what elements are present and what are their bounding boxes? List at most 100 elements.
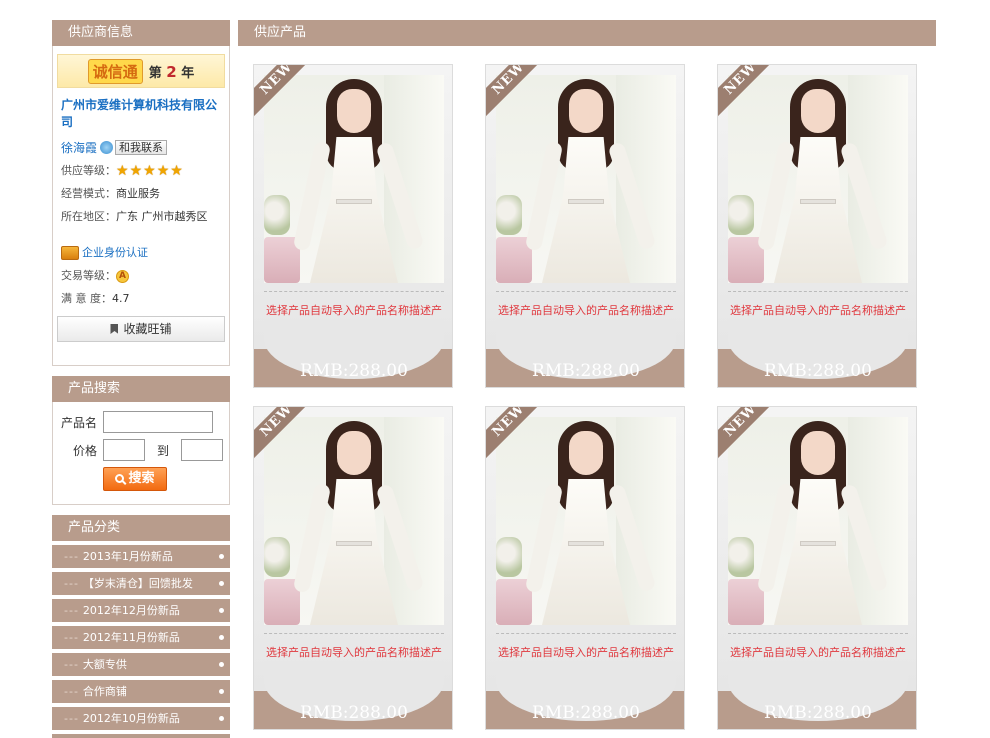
- category-item[interactable]: --- 2013年1月份新品: [52, 545, 230, 568]
- product-photo[interactable]: [496, 417, 676, 625]
- category-dash: ---: [64, 604, 79, 617]
- card-divider: [264, 291, 444, 292]
- product-photo[interactable]: [728, 75, 908, 283]
- product-photo[interactable]: [264, 417, 444, 625]
- category-label: 【岁末清仓】回馈批发: [82, 577, 193, 590]
- category-item[interactable]: --- 合作商铺: [52, 680, 230, 703]
- verify-row: 企业身份认证: [61, 246, 221, 260]
- category-dash: ---: [64, 550, 79, 563]
- category-label: 2012年10月份新品: [82, 712, 180, 725]
- business-mode-row: 经营模式： 商业服务: [61, 187, 221, 201]
- search-panel: 产品搜索 产品名 价格 到 搜索: [52, 376, 230, 505]
- price-max-input[interactable]: [181, 439, 224, 461]
- price-label: 价格: [72, 443, 97, 458]
- search-panel-title: 产品搜索: [52, 376, 230, 402]
- product-card[interactable]: NEW选择产品自动导入的产品名称描述产品名称描述RMB:288.00: [717, 406, 917, 730]
- category-item[interactable]: ---2012年9月新品: [52, 734, 230, 738]
- supply-level-row: 供应等级： ★ ★ ★ ★ ★: [61, 164, 221, 178]
- star-icon: ★: [116, 163, 129, 179]
- region-row: 所在地区： 广东 广州市越秀区: [61, 210, 221, 224]
- bullet-dot-icon: [219, 662, 224, 667]
- category-item[interactable]: --- 大额专供: [52, 653, 230, 676]
- category-label: 2012年12月份新品: [82, 604, 180, 617]
- enterprise-verify-link[interactable]: 企业身份认证: [82, 246, 148, 260]
- category-label: 大额专供: [82, 658, 127, 671]
- contact-name-link[interactable]: 徐海霞: [61, 141, 97, 155]
- star-icon: ★: [170, 163, 183, 179]
- bullet-dot-icon: [219, 635, 224, 640]
- category-dash: ---: [64, 712, 79, 725]
- card-divider: [728, 633, 908, 634]
- product-name-input[interactable]: [103, 411, 213, 433]
- product-price: RMB:288.00: [300, 361, 408, 381]
- category-label: 2013年1月份新品: [82, 550, 173, 563]
- satisfaction-row: 满 意 度： 4.7: [61, 292, 221, 306]
- satisfaction-value: 4.7: [112, 292, 130, 305]
- chengxintong-logo: 诚信通: [87, 58, 143, 84]
- category-label: 合作商铺: [82, 685, 127, 698]
- product-photo[interactable]: [496, 75, 676, 283]
- star-icon: ★: [129, 163, 143, 179]
- product-card[interactable]: NEW选择产品自动导入的产品名称描述产品名称描述RMB:288.00: [253, 406, 453, 730]
- category-item[interactable]: --- 【岁末清仓】回馈批发: [52, 572, 230, 595]
- region-value: 广东 广州市越秀区: [116, 210, 208, 223]
- product-name-label: 产品名: [60, 415, 97, 430]
- product-photo[interactable]: [264, 75, 444, 283]
- category-panel-title: 产品分类: [52, 515, 230, 541]
- card-divider: [496, 633, 676, 634]
- products-title: 供应产品: [238, 20, 936, 46]
- company-name-link[interactable]: 广州市爱维计算机科技有限公司: [61, 96, 223, 130]
- product-name-row: 产品名: [53, 411, 229, 433]
- product-price: RMB:288.00: [300, 703, 408, 723]
- chengxintong-badge: 诚信通 第 2 年: [57, 54, 225, 88]
- product-price: RMB:288.00: [532, 703, 640, 723]
- product-price: RMB:288.00: [532, 361, 640, 381]
- qq-icon[interactable]: [100, 141, 114, 154]
- supplier-panel-body: 诚信通 第 2 年 广州市爱维计算机科技有限公司 徐海霞 和我联系 供应等级： …: [52, 46, 230, 366]
- category-dash: ---: [64, 631, 79, 644]
- business-mode-value: 商业服务: [116, 187, 160, 200]
- business-mode-label: 经营模式：: [61, 187, 116, 200]
- trade-level-label: 交易等级：: [61, 269, 116, 282]
- category-label: 2012年11月份新品: [82, 631, 180, 644]
- region-label: 所在地区：: [61, 210, 116, 223]
- category-item[interactable]: --- 2012年12月份新品: [52, 599, 230, 622]
- category-item[interactable]: --- 2012年10月份新品: [52, 707, 230, 730]
- sidebar: 供应商信息 诚信通 第 2 年 广州市爱维计算机科技有限公司 徐海霞 和我联系 …: [52, 20, 230, 738]
- contact-me-button[interactable]: 和我联系: [115, 140, 168, 155]
- product-price: RMB:288.00: [764, 703, 872, 723]
- category-item[interactable]: --- 2012年11月份新品: [52, 626, 230, 649]
- supplier-panel: 供应商信息 诚信通 第 2 年 广州市爱维计算机科技有限公司 徐海霞 和我联系 …: [52, 20, 230, 366]
- bookmark-icon: [110, 324, 119, 334]
- price-min-input[interactable]: [103, 439, 145, 461]
- category-panel: 产品分类 --- 2013年1月份新品 --- 【岁末清仓】回馈批发 --- 2012年1…: [52, 515, 230, 738]
- main-content: 供应产品: [238, 20, 936, 46]
- star-icon: ★: [143, 163, 156, 179]
- card-divider: [496, 291, 676, 292]
- product-price: RMB:288.00: [764, 361, 872, 381]
- category-list: --- 2013年1月份新品 --- 【岁末清仓】回馈批发 --- 2012年12月份新品…: [52, 541, 230, 738]
- membership-year: 第 2 年: [148, 62, 195, 81]
- price-row: 价格 到: [53, 439, 229, 461]
- product-photo[interactable]: [728, 417, 908, 625]
- favorite-shop-button[interactable]: 收藏旺铺: [57, 316, 225, 342]
- category-dash: ---: [64, 685, 79, 698]
- product-card[interactable]: NEW选择产品自动导入的产品名称描述产品名称描述RMB:288.00: [485, 64, 685, 388]
- price-to-label: 到: [157, 443, 170, 458]
- product-card[interactable]: NEW选择产品自动导入的产品名称描述产品名称描述RMB:288.00: [717, 64, 917, 388]
- search-panel-body: 产品名 价格 到 搜索: [52, 402, 230, 505]
- search-icon: [115, 474, 125, 483]
- category-dash: ---: [64, 577, 79, 590]
- star-icon: ★: [156, 163, 170, 179]
- card-divider: [264, 633, 444, 634]
- card-divider: [728, 291, 908, 292]
- supply-level-stars: ★ ★ ★ ★ ★: [116, 164, 183, 178]
- search-button[interactable]: 搜索: [103, 467, 167, 491]
- product-card[interactable]: NEW选择产品自动导入的产品名称描述产品名称描述RMB:288.00: [485, 406, 685, 730]
- supplier-panel-title: 供应商信息: [52, 20, 230, 46]
- category-dash: ---: [64, 658, 79, 671]
- bullet-dot-icon: [219, 554, 224, 559]
- supply-level-label: 供应等级：: [61, 164, 116, 177]
- trade-level-row: 交易等级： A: [61, 269, 221, 283]
- product-card[interactable]: NEW选择产品自动导入的产品名称描述产品名称描述RMB:288.00: [253, 64, 453, 388]
